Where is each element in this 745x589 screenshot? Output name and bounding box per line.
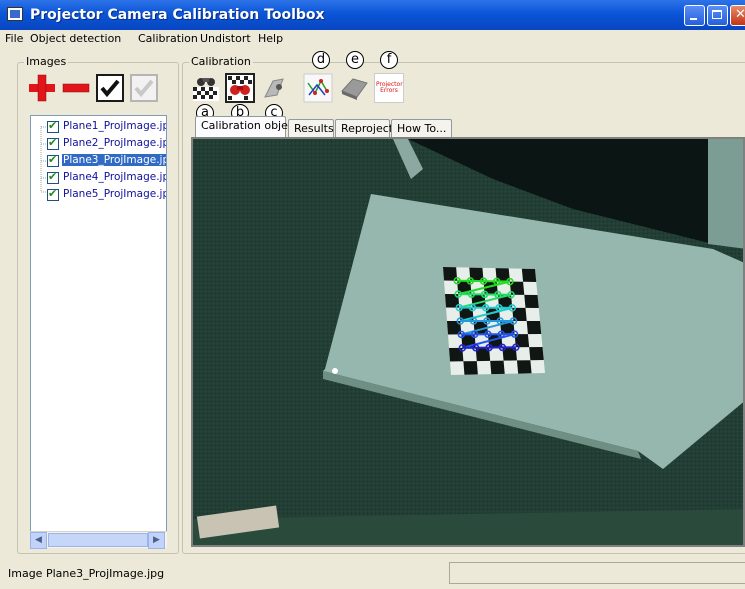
- uncheck-all-button[interactable]: [129, 73, 159, 103]
- item-label[interactable]: Plane3_ProjImage.jpg: [62, 154, 166, 166]
- menu-calibration[interactable]: Calibration: [138, 32, 198, 45]
- status-bar: Image Plane3_ProjImage.jpg: [0, 558, 745, 589]
- title-bar: Projector Camera Calibration Toolbox: [0, 0, 745, 30]
- calibration-legend: Calibration: [189, 55, 253, 68]
- checkbox-checked-icon: [96, 74, 124, 102]
- scroll-right-button[interactable]: ▶: [148, 532, 165, 549]
- menu-undistort[interactable]: Undistort: [200, 32, 251, 45]
- close-button[interactable]: [730, 5, 745, 26]
- detect-projected-button[interactable]: [225, 73, 255, 103]
- checker-square: [526, 321, 542, 335]
- status-pane: [449, 562, 745, 584]
- image-view[interactable]: [191, 137, 745, 547]
- maximize-button[interactable]: [707, 5, 728, 26]
- annotation-e: e: [346, 51, 364, 69]
- item-label[interactable]: Plane5_ProjImage.jpg: [62, 188, 166, 200]
- calibrate-camera-button[interactable]: [259, 73, 289, 103]
- item-label[interactable]: Plane2_ProjImage.jpg: [62, 137, 166, 149]
- red-checkerboard-icon: [225, 73, 255, 103]
- checker-square: [516, 360, 532, 374]
- calibration-image: [193, 139, 743, 545]
- checker-square: [529, 347, 544, 361]
- menu-object-detection[interactable]: Object detection: [30, 32, 121, 45]
- item-label[interactable]: Plane4_ProjImage.jpg: [62, 171, 166, 183]
- corner-row-line: [457, 279, 510, 283]
- minimize-button[interactable]: [684, 5, 705, 26]
- reprojection-points-icon: [303, 73, 333, 103]
- app-icon: [7, 7, 23, 21]
- plus-icon: [29, 74, 55, 102]
- window-title: Projector Camera Calibration Toolbox: [30, 7, 325, 23]
- calibrate-projector-button[interactable]: [339, 73, 369, 103]
- scroll-left-button[interactable]: ◀: [30, 532, 47, 549]
- tab-calibration-object[interactable]: Calibration object: [195, 116, 298, 138]
- item-checkbox[interactable]: [47, 170, 59, 184]
- item-checkbox[interactable]: [47, 153, 59, 167]
- checker-square: [521, 268, 537, 282]
- projector-icon: [341, 78, 368, 100]
- annotation-f: f: [380, 51, 398, 69]
- item-label[interactable]: Plane1_ProjImage.jpg: [62, 120, 166, 132]
- image-list[interactable]: Plane1_ProjImage.jpg Plane2_ProjImage.jp…: [30, 115, 167, 548]
- scroll-thumb[interactable]: [48, 533, 148, 547]
- detect-corners-button[interactable]: [191, 73, 221, 103]
- projector-errors-label: Projector Errors: [376, 81, 403, 94]
- annotation-d: d: [312, 51, 330, 69]
- projector-errors-button[interactable]: Projector Errors: [374, 73, 404, 103]
- remove-image-button[interactable]: [61, 73, 91, 103]
- binoculars-checkerboard-icon: [193, 78, 219, 101]
- corner-row-line: [458, 293, 512, 296]
- item-checkbox[interactable]: [47, 136, 59, 150]
- checker-square: [524, 294, 539, 308]
- checker-square: [463, 361, 478, 375]
- corner-row-line: [462, 346, 516, 349]
- horizontal-scrollbar[interactable]: ◀ ▶: [30, 531, 167, 549]
- menu-help[interactable]: Help: [258, 32, 283, 45]
- menu-bar: File Object detection Calibration Undist…: [0, 30, 745, 48]
- checkbox-disabled-icon: [130, 74, 158, 102]
- compute-homography-button[interactable]: [303, 73, 333, 103]
- item-checkbox[interactable]: [47, 187, 59, 201]
- checker-square: [490, 360, 505, 375]
- add-image-button[interactable]: [27, 73, 57, 103]
- check-all-button[interactable]: [95, 73, 125, 103]
- menu-file[interactable]: File: [5, 32, 23, 45]
- status-text: Image Plane3_ProjImage.jpg: [8, 567, 165, 580]
- camera-lens-icon: [264, 78, 284, 98]
- images-legend: Images: [24, 55, 69, 68]
- tab-how-to[interactable]: How To...: [391, 119, 452, 137]
- item-checkbox[interactable]: [47, 119, 59, 133]
- tab-reproject[interactable]: Reproject: [335, 119, 393, 137]
- minus-icon: [62, 83, 90, 93]
- tab-results[interactable]: Results: [288, 119, 334, 137]
